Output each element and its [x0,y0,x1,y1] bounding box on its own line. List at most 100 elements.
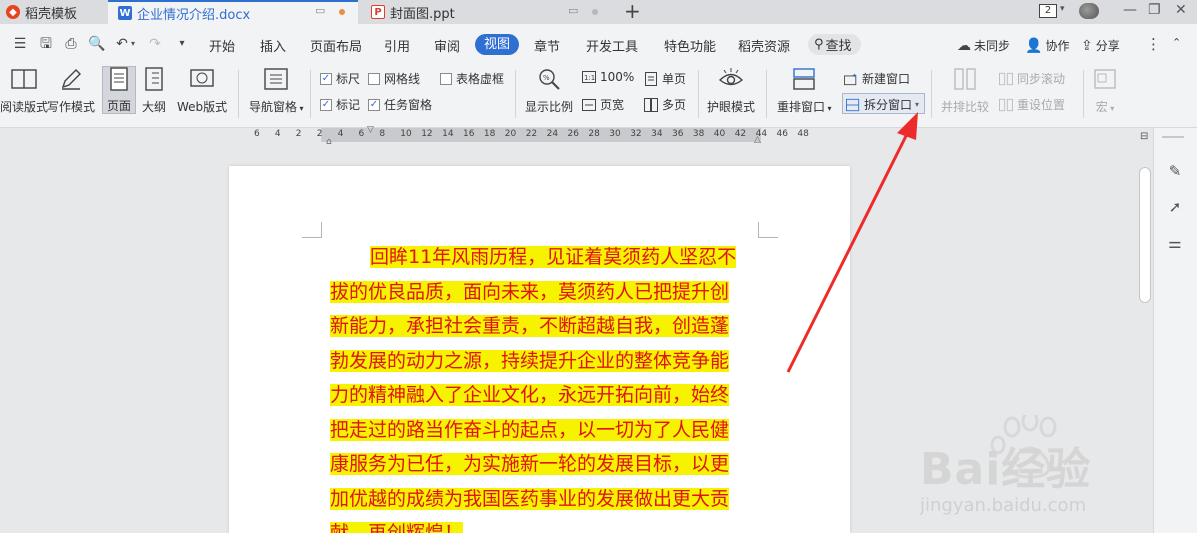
sync-scroll-button[interactable]: 同步滚动 [999,70,1065,87]
menu-references[interactable]: 引用 [384,36,410,55]
menu-chapter[interactable]: 章节 [534,36,560,55]
settings-sliders-icon[interactable]: ⚌ [1166,234,1184,252]
redo-icon[interactable]: ↷ [147,36,163,52]
rearrange-text: 重排窗口 [777,100,826,114]
ruler-number: 14 [442,129,454,139]
print-preview-icon[interactable]: 🔍 [88,36,105,52]
windows-icon [791,66,817,92]
split-window-icon [846,98,860,112]
menu-icon[interactable]: ☰ [12,36,28,52]
menu-docer[interactable]: 稻壳资源 [738,36,790,55]
new-tab-button[interactable]: + [624,0,641,22]
eye-mode-button[interactable]: 护眼模式 [707,66,755,115]
read-mode-button[interactable]: 阅读版式 [0,66,48,115]
divider [1083,70,1084,118]
menu-special[interactable]: 特色功能 [664,36,716,55]
edit-pen-icon[interactable]: ✎ [1166,162,1184,180]
text-line: 献，再创辉煌！ [330,516,760,533]
window-count-badge[interactable]: 2 [1039,4,1057,18]
chevron-down-icon: ▾ [297,104,304,113]
side-compare-button[interactable]: 并排比较 [941,66,989,115]
collaborate-button[interactable]: 👤 协作 [1025,37,1069,54]
chevron-down-icon: ▾ [1107,104,1115,113]
watermark-url: jingyan.baidu.com [920,495,1087,516]
highlighted-text: 力的精神融入了企业文化，永远开拓向前，始终 [330,384,730,406]
multi-page-button[interactable]: 多页 [644,96,686,113]
menu-developer[interactable]: 开发工具 [586,36,638,55]
share-label: 分享 [1095,39,1120,53]
undo-icon[interactable]: ↶ [114,36,130,52]
ruler-number: 36 [672,129,684,139]
chevron-down-icon[interactable]: ▾ [1060,4,1065,14]
document-paragraph[interactable]: 回眸11年风雨历程，见证着莫须药人坚忍不 拔的优良品质，面向未来，莫须药人已把提… [330,240,760,533]
ruler-toggle-icon[interactable]: ⊟ [1140,131,1148,142]
share-icon: ⇪ [1081,37,1093,54]
outline-view-button[interactable]: 大纲 [141,66,167,115]
close-dot-icon[interactable] [592,9,598,15]
highlighted-text: 拔的优良品质，面向未来，莫须药人已把提升创 [330,280,730,303]
menu-review[interactable]: 审阅 [434,36,460,55]
close-icon[interactable]: ✕ [1175,2,1187,18]
indent-marker-icon[interactable]: ⌂ [326,137,332,147]
divider [515,70,516,118]
first-line-indent-icon[interactable]: ▽ [367,125,374,135]
watermark-logo-text: Bai经验 [920,444,1092,495]
write-mode-button[interactable]: 写作模式 [47,66,95,115]
ruler-checkbox[interactable]: ✓ 标尺 [320,70,360,87]
search-button[interactable]: ⚲ 查找 [808,34,861,55]
rearrange-label: 重排窗口 ▾ [777,98,832,115]
split-window-button[interactable]: 拆分窗口 ▾ [846,96,919,113]
collapse-ribbon-icon[interactable]: ⌃ [1172,36,1181,49]
right-indent-icon[interactable]: △ [754,135,761,145]
highlighted-text: 回眸11年风雨历程，见证着莫须药人坚忍不 [370,246,737,268]
web-view-button[interactable]: Web版式 [177,66,227,115]
zoom-100-button[interactable]: 1:1 100% [582,70,634,84]
page-icon [106,67,132,91]
page-view-button[interactable]: 页面 [102,66,136,114]
scrollbar-thumb[interactable] [1139,167,1151,303]
monitor-icon[interactable]: ▭ [568,4,578,17]
single-page-button[interactable]: 单页 [644,70,686,87]
web-icon [189,66,215,92]
menu-home[interactable]: 开始 [209,36,235,55]
new-window-button[interactable]: ✦ 新建窗口 [844,70,910,87]
highlighted-text: 加优越的成绩为我国医药事业的发展做出更大贡 [330,487,730,510]
ruler-label: 标尺 [336,72,361,86]
menu-layout[interactable]: 页面布局 [310,36,362,55]
macro-icon [1092,66,1118,92]
gridlines-checkbox[interactable]: 网格线 [368,70,420,87]
minimize-icon[interactable]: — [1123,2,1137,18]
search-icon: ⚲ [814,37,824,52]
rearrange-window-button[interactable]: 重排窗口 ▾ [777,66,832,115]
more-icon[interactable]: ⋮ [1146,35,1161,53]
monitor-icon[interactable]: ▭ [315,4,325,17]
docer-logo-icon: ◆ [6,5,20,19]
drag-handle-icon[interactable] [1162,136,1184,138]
ppt-icon: P [371,5,385,19]
ruler-number: 2 [295,129,302,139]
chevron-down-icon[interactable]: ▾ [131,39,135,48]
menu-view[interactable]: 视图 [475,34,519,55]
page-width-label: 页宽 [600,98,625,112]
sync-button[interactable]: ☁ 未同步 [957,37,1010,54]
unsaved-dot-icon [339,9,345,15]
divider [310,70,311,118]
avatar[interactable] [1079,3,1099,19]
tab-docer-templates[interactable]: ◆ 稻壳模板 [0,0,107,24]
select-cursor-icon[interactable]: ➚ [1166,198,1184,216]
table-virtual-checkbox[interactable]: 表格虚框 [440,70,504,87]
menu-insert[interactable]: 插入 [260,36,286,55]
reset-position-button[interactable]: 重设位置 [999,96,1065,113]
print-icon[interactable]: ⎙ [63,36,79,52]
restore-icon[interactable]: ❐ [1148,2,1161,18]
page-width-button[interactable]: 页宽 [582,96,624,113]
read-mode-label: 阅读版式 [0,100,49,114]
task-pane-checkbox[interactable]: ✓ 任务窗格 [368,96,432,113]
marks-checkbox[interactable]: ✓ 标记 [320,96,360,113]
share-button[interactable]: ⇪ 分享 [1081,37,1120,54]
customize-icon[interactable]: ▾ [174,36,190,52]
macro-button[interactable]: 宏 ▾ [1092,66,1118,115]
save-icon[interactable]: 🖫 [38,36,54,52]
zoom-button[interactable]: % 显示比例 [525,66,573,115]
nav-pane-button[interactable]: 导航窗格 ▾ [249,66,304,115]
